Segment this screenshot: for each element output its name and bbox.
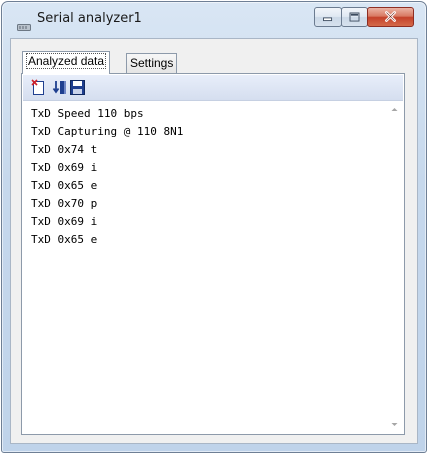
chevron-up-icon	[391, 108, 398, 111]
serial-analyzer-window: Serial analyzer1 Analyzed data Settings	[1, 1, 427, 453]
close-icon	[385, 11, 396, 22]
save-icon	[70, 80, 85, 95]
maximize-icon	[349, 12, 360, 22]
app-icon	[17, 17, 31, 31]
title-bar[interactable]: Serial analyzer1	[2, 2, 426, 38]
tab-settings[interactable]: Settings	[126, 53, 178, 74]
vertical-scrollbar[interactable]	[386, 101, 403, 433]
log-line: TxD 0x65 e	[31, 179, 98, 192]
tab-label: Analyzed data	[26, 53, 107, 69]
chevron-down-icon	[391, 423, 398, 426]
log-line: TxD 0x69 i	[31, 161, 98, 174]
minimize-icon	[323, 17, 333, 22]
log-line: TxD Capturing @ 110 8N1	[31, 125, 184, 138]
analyzed-data-log[interactable]: TxD Speed 110 bps TxD Capturing @ 110 8N1…	[23, 101, 387, 433]
log-line: TxD 0x74 t	[31, 143, 98, 156]
client-area: Analyzed data Settings TxD Speed 110 bps…	[10, 38, 418, 444]
clear-icon	[31, 79, 44, 95]
minimize-button[interactable]	[314, 7, 342, 27]
toolbar	[23, 75, 403, 101]
close-button[interactable]	[367, 7, 414, 27]
log-line: TxD 0x69 i	[31, 215, 98, 228]
tab-label: Settings	[130, 56, 174, 70]
save-button[interactable]	[69, 79, 86, 96]
capture-button[interactable]	[52, 79, 69, 96]
scroll-down-button[interactable]	[386, 416, 403, 433]
capture-icon	[52, 81, 66, 94]
maximize-button[interactable]	[341, 7, 368, 27]
clear-button[interactable]	[30, 79, 47, 96]
log-line: TxD 0x65 e	[31, 233, 98, 246]
log-line: TxD Speed 110 bps	[31, 107, 144, 120]
tab-analyzed-data[interactable]: Analyzed data	[22, 51, 111, 74]
window-title: Serial analyzer1	[37, 11, 142, 26]
analyzed-data-panel: TxD Speed 110 bps TxD Capturing @ 110 8N1…	[21, 73, 405, 435]
log-line: TxD 0x70 p	[31, 197, 98, 210]
scroll-up-button[interactable]	[386, 101, 403, 118]
